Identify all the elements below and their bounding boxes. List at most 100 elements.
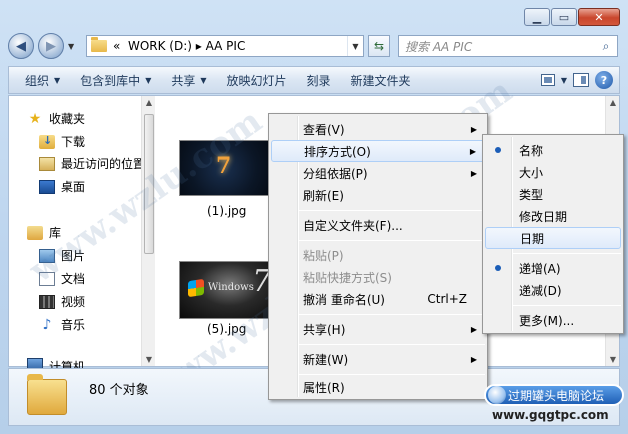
menu-item-sort-by[interactable]: 排序方式(O) ▶ xyxy=(271,140,485,162)
sidebar-item-label: 最近访问的位置 xyxy=(61,157,146,171)
scrollbar-thumb[interactable] xyxy=(144,114,154,254)
maximize-button[interactable]: ▭ xyxy=(551,8,577,26)
submenu-arrow-icon: ▶ xyxy=(470,168,477,178)
music-icon: ♪ xyxy=(42,316,52,333)
menu-item-label: 自定义文件夹(F)... xyxy=(303,218,403,233)
menu-item-paste-shortcut[interactable]: 粘贴快捷方式(S) xyxy=(271,266,485,288)
window-controls: ▁ ▭ ✕ xyxy=(524,8,620,26)
menu-item-label: 查看(V) xyxy=(303,122,345,137)
sidebar-item-videos[interactable]: 视频 xyxy=(39,293,85,310)
minimize-button[interactable]: ▁ xyxy=(524,8,550,26)
menu-item-view[interactable]: 查看(V) ▶ xyxy=(271,118,485,140)
organize-button[interactable]: 组织 ▼ xyxy=(15,67,70,93)
burn-label: 刻录 xyxy=(306,73,331,88)
address-breadcrumb[interactable]: « WORK (D:) ▸ AA PIC xyxy=(113,39,245,53)
menu-item-label: 刷新(E) xyxy=(303,188,344,203)
search-box[interactable]: 搜索 AA PIC ⌕ xyxy=(398,35,618,57)
maximize-icon: ▭ xyxy=(558,10,570,24)
search-icon: ⌕ xyxy=(602,38,610,53)
scroll-up-icon[interactable]: ▲ xyxy=(606,98,620,107)
badge-title: 过期罐头电脑论坛 xyxy=(508,388,605,403)
close-button[interactable]: ✕ xyxy=(578,8,620,26)
organize-label: 组织 xyxy=(25,73,50,88)
sort-item-size[interactable]: 大小 xyxy=(485,161,621,183)
menu-item-properties[interactable]: 属性(R) xyxy=(271,376,485,398)
menu-item-label: 分组依据(P) xyxy=(303,166,368,181)
submenu-arrow-icon: ▶ xyxy=(470,354,477,364)
menu-separator xyxy=(299,240,485,241)
menu-item-paste[interactable]: 粘贴(P) xyxy=(271,244,485,266)
sort-item-date[interactable]: 日期 xyxy=(485,227,621,249)
menu-item-label: 排序方式(O) xyxy=(304,144,371,159)
menu-separator xyxy=(299,314,485,315)
sort-item-name[interactable]: 名称 xyxy=(485,139,621,161)
sidebar-scrollbar[interactable]: ▲ ▼ xyxy=(141,96,155,366)
pictures-icon xyxy=(39,248,55,263)
folder-icon xyxy=(27,374,67,415)
file-name[interactable]: (1).jpg xyxy=(207,204,246,218)
address-bar[interactable]: « WORK (D:) ▸ AA PIC ▼ xyxy=(86,35,364,57)
menu-item-refresh[interactable]: 刷新(E) xyxy=(271,184,485,206)
forward-button[interactable]: ▶ xyxy=(38,33,64,59)
scroll-down-icon[interactable]: ▼ xyxy=(606,355,620,364)
sort-item-date-modified[interactable]: 修改日期 xyxy=(485,205,621,227)
chevron-down-icon[interactable]: ▼ xyxy=(561,76,567,85)
menu-item-customize[interactable]: 自定义文件夹(F)... xyxy=(271,214,485,236)
menu-item-label: 递增(A) xyxy=(519,261,561,276)
sidebar-item-library[interactable]: 库 xyxy=(27,224,61,241)
windows-seven-graphic: 7 xyxy=(216,153,232,179)
command-bar: 组织 ▼ 包含到库中 ▼ 共享 ▼ 放映幻灯片 刻录 新建文件夹 ▼ ? xyxy=(8,66,620,94)
new-folder-button[interactable]: 新建文件夹 xyxy=(341,67,421,93)
sidebar-item-music[interactable]: ♪ 音乐 xyxy=(39,316,85,333)
item-count: 80 个对象 xyxy=(89,383,149,398)
sidebar-item-computer[interactable]: 计算机 xyxy=(27,358,85,368)
refresh-button[interactable]: ⇆ xyxy=(368,35,390,57)
file-thumbnail[interactable]: 7 xyxy=(179,140,271,196)
menu-item-label: 日期 xyxy=(520,231,545,246)
menu-item-label: 新建(W) xyxy=(303,352,349,367)
star-icon: ★ xyxy=(28,110,42,127)
badge-logo-icon xyxy=(488,386,506,404)
chevron-down-icon: ▼ xyxy=(145,75,152,85)
menu-item-group-by[interactable]: 分组依据(P) ▶ xyxy=(271,162,485,184)
sort-item-descending[interactable]: 递减(D) xyxy=(485,279,621,301)
preview-pane-icon[interactable] xyxy=(573,73,589,87)
sidebar-item-label: 音乐 xyxy=(61,318,86,332)
command-bar-right: ▼ ? xyxy=(540,71,619,89)
address-dropdown[interactable]: ▼ xyxy=(347,36,363,56)
documents-icon xyxy=(39,271,55,286)
menu-item-undo-rename[interactable]: 撤消 重命名(U) Ctrl+Z xyxy=(271,288,485,310)
windows-logo-icon xyxy=(188,278,204,298)
submenu-arrow-icon: ▶ xyxy=(469,146,476,156)
sidebar-item-documents[interactable]: 文档 xyxy=(39,270,85,287)
radio-selected-icon xyxy=(495,147,501,153)
file-name[interactable]: (5).jpg xyxy=(207,322,246,336)
recent-pages-dropdown[interactable]: ▼ xyxy=(68,42,78,51)
menu-item-label: 名称 xyxy=(519,143,544,158)
sidebar-item-favorites[interactable]: ★ 收藏夹 xyxy=(27,110,85,127)
search-input[interactable]: 搜索 AA PIC xyxy=(405,38,472,55)
sidebar-item-downloads[interactable]: 下载 xyxy=(39,133,85,150)
sort-item-type[interactable]: 类型 xyxy=(485,183,621,205)
sidebar-item-desktop[interactable]: 桌面 xyxy=(39,178,85,195)
include-library-button[interactable]: 包含到库中 ▼ xyxy=(70,67,161,93)
scroll-up-icon[interactable]: ▲ xyxy=(142,98,156,107)
sidebar-item-recent[interactable]: 最近访问的位置 xyxy=(39,155,145,172)
close-icon: ✕ xyxy=(594,10,604,24)
sidebar-item-pictures[interactable]: 图片 xyxy=(39,247,85,264)
computer-icon xyxy=(27,358,43,368)
scroll-down-icon[interactable]: ▼ xyxy=(142,355,156,364)
burn-button[interactable]: 刻录 xyxy=(297,67,341,93)
file-thumbnail[interactable]: Windows 7 xyxy=(179,261,271,319)
slideshow-button[interactable]: 放映幻灯片 xyxy=(217,67,297,93)
sidebar-item-label: 计算机 xyxy=(49,360,86,368)
share-button[interactable]: 共享 ▼ xyxy=(161,67,216,93)
help-icon[interactable]: ? xyxy=(595,71,613,89)
menu-item-new[interactable]: 新建(W) ▶ xyxy=(271,348,485,370)
sort-item-ascending[interactable]: 递增(A) xyxy=(485,257,621,279)
back-button[interactable]: ◀ xyxy=(8,33,34,59)
sort-item-more[interactable]: 更多(M)... xyxy=(485,309,621,331)
menu-item-label: 递减(D) xyxy=(519,283,562,298)
menu-item-share[interactable]: 共享(H) ▶ xyxy=(271,318,485,340)
view-options-icon[interactable] xyxy=(540,74,555,86)
